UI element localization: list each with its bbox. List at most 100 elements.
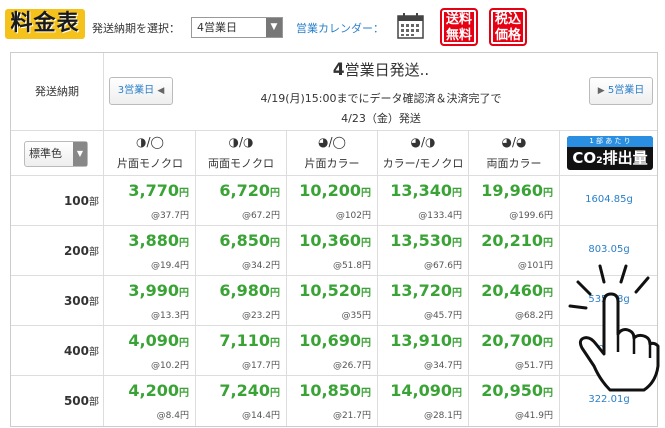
price-value: 13,720円	[390, 281, 462, 300]
unit-price: @10.2円	[150, 361, 189, 371]
table-row: 200部 3,880円 @19.4円 6,850円 @34.2円 10,360円 @51.8…	[11, 226, 657, 276]
price-cell[interactable]: 10,360円 @51.8円	[287, 226, 378, 276]
price-cell[interactable]: 3,990円 @13.3円	[105, 276, 196, 326]
co2-per-copy-header: 1 部 あ た り CO₂排出量	[567, 136, 653, 170]
column-header-3: ◕/◯ 片面カラー	[287, 131, 378, 176]
deadline-text: 4/19(月)15:00までにデータ確認済＆決済完了で	[260, 92, 502, 105]
price-value: 10,850円	[299, 381, 371, 400]
price-value: 13,910円	[390, 331, 462, 350]
table-row: 500部 4,200円 @8.4円 7,240円 @14.4円 10,850円 @21.7円…	[11, 376, 657, 426]
triangle-right-icon: ▶	[597, 86, 605, 96]
price-value: 6,980円	[219, 281, 280, 300]
free-shipping-badge: 送料 無料	[440, 8, 478, 46]
price-table: 発送納期 3営業日 ◀ 4営業日発送.. 4/19(月)15:00までにデータ確…	[10, 52, 658, 427]
price-cell[interactable]: 19,960円 @199.6円	[469, 176, 560, 226]
price-cell[interactable]: 13,530円 @67.6円	[378, 226, 469, 276]
ink-icon: ◕/◑	[410, 135, 436, 149]
unit-price: @102円	[335, 211, 371, 221]
unit-price: @35円	[341, 311, 371, 321]
price-cell[interactable]: 3,770円 @37.7円	[105, 176, 196, 226]
column-name: 両面カラー	[486, 157, 542, 170]
price-cell[interactable]: 14,090円 @28.1円	[378, 376, 469, 426]
price-cell[interactable]: 6,850円 @34.2円	[196, 226, 287, 276]
price-cell[interactable]: 20,210円 @101円	[469, 226, 560, 276]
price-value: 3,880円	[128, 231, 189, 250]
ink-icon: ◑/◯	[136, 135, 164, 149]
price-cell[interactable]: 7,110円 @17.7円	[196, 326, 287, 376]
price-value: 6,850円	[219, 231, 280, 250]
price-cell[interactable]: 10,520円 @35円	[287, 276, 378, 326]
column-header-1: ◑/◯ 片面モノクロ	[105, 131, 196, 176]
price-cell[interactable]: 6,720円 @67.2円	[196, 176, 287, 226]
column-header-2: ◑/◑ 両面モノクロ	[196, 131, 287, 176]
ink-icon: ◑/◑	[228, 135, 254, 149]
next-delivery-button[interactable]: ▶ 5営業日	[589, 77, 653, 105]
unit-price: @14.4円	[241, 411, 280, 421]
unit-price: @34.7円	[423, 361, 462, 371]
ship-date-text: 4/23（金）発送	[341, 112, 421, 125]
table-row: 100部 3,770円 @37.7円 6,720円 @67.2円 10,200円 @102円…	[11, 176, 657, 226]
price-cell[interactable]: 13,720円 @45.7円	[378, 276, 469, 326]
price-cell[interactable]: 3,880円 @19.4円	[105, 226, 196, 276]
column-header-4: ◕/◑ カラー/モノクロ	[378, 131, 469, 176]
unit-price: @199.6円	[509, 211, 553, 221]
prev-delivery-button[interactable]: 3営業日 ◀	[109, 77, 173, 105]
ink-icon: ◕/◕	[501, 135, 527, 149]
price-cell[interactable]: 20,950円 @41.9円	[469, 376, 560, 426]
chevron-down-icon: ▼	[266, 18, 282, 37]
unit-price: @41.9円	[514, 411, 553, 421]
price-value: 10,200円	[299, 181, 371, 200]
delivery-label: 発送納期	[11, 53, 104, 131]
price-cell[interactable]: 20,700円 @51.7円	[469, 326, 560, 376]
price-value: 7,240円	[219, 381, 280, 400]
price-value: 19,960円	[481, 181, 553, 200]
price-value: 20,210円	[481, 231, 553, 250]
price-value: 10,520円	[299, 281, 371, 300]
price-cell[interactable]: 4,090円 @10.2円	[105, 326, 196, 376]
price-cell[interactable]: 10,850円 @21.7円	[287, 376, 378, 426]
business-calendar-link[interactable]: 営業カレンダー：	[296, 20, 384, 36]
price-value: 20,950円	[481, 381, 553, 400]
unit-price: @26.7円	[332, 361, 371, 371]
price-cell[interactable]: 4,200円 @8.4円	[105, 376, 196, 426]
chevron-down-icon: ▼	[73, 142, 87, 166]
co2-value: 1604.85g	[585, 194, 633, 205]
price-cell[interactable]: 20,460円 @68.2円	[469, 276, 560, 326]
unit-price: @67.6円	[423, 261, 462, 271]
tax-included-badge: 税込 価格	[489, 8, 527, 46]
calendar-icon[interactable]	[397, 12, 424, 39]
price-cell[interactable]: 13,340円 @133.4円	[378, 176, 469, 226]
price-value: 4,200円	[128, 381, 189, 400]
price-cell[interactable]: 10,200円 @102円	[287, 176, 378, 226]
delivery-header: 発送納期 3営業日 ◀ 4営業日発送.. 4/19(月)15:00までにデータ確…	[11, 53, 657, 131]
co2-cell: 1604.85g	[560, 176, 658, 226]
price-cell[interactable]: 10,690円 @26.7円	[287, 326, 378, 376]
price-value: 20,460円	[481, 281, 553, 300]
quantity-label: 200部	[11, 226, 104, 276]
delivery-select-label: 発送納期を選択：	[92, 22, 180, 35]
price-cell[interactable]: 13,910円 @34.7円	[378, 326, 469, 376]
price-value: 13,340円	[390, 181, 462, 200]
unit-price: @13.3円	[150, 311, 189, 321]
quantity-label: 100部	[11, 176, 104, 226]
price-cell[interactable]: 6,980円 @23.2円	[196, 276, 287, 326]
price-value: 20,700円	[481, 331, 553, 350]
quantity-label: 400部	[11, 326, 104, 376]
unit-price: @67.2円	[241, 211, 280, 221]
delivery-select[interactable]: 4営業日 ▼	[191, 17, 283, 38]
quantity-label: 500部	[11, 376, 104, 426]
column-header-5: ◕/◕ 両面カラー	[469, 131, 560, 176]
column-name: 片面カラー	[304, 157, 360, 170]
unit-price: @51.7円	[514, 361, 553, 371]
pointing-hand-icon	[568, 264, 660, 392]
table-row: 400部 4,090円 @10.2円 7,110円 @17.7円 10,690円 @26.7…	[11, 326, 657, 376]
price-cell[interactable]: 7,240円 @14.4円	[196, 376, 287, 426]
price-value: 7,110円	[219, 331, 280, 350]
delivery-select-value: 4営業日	[197, 21, 237, 34]
unit-price: @8.4円	[156, 411, 189, 421]
price-value: 14,090円	[390, 381, 462, 400]
unit-price: @68.2円	[514, 311, 553, 321]
color-standard-select[interactable]: 標準色 ▼	[24, 141, 88, 167]
price-value: 10,690円	[299, 331, 371, 350]
table-row: 300部 3,990円 @13.3円 6,980円 @23.2円 10,520円 @35円 1…	[11, 276, 657, 326]
